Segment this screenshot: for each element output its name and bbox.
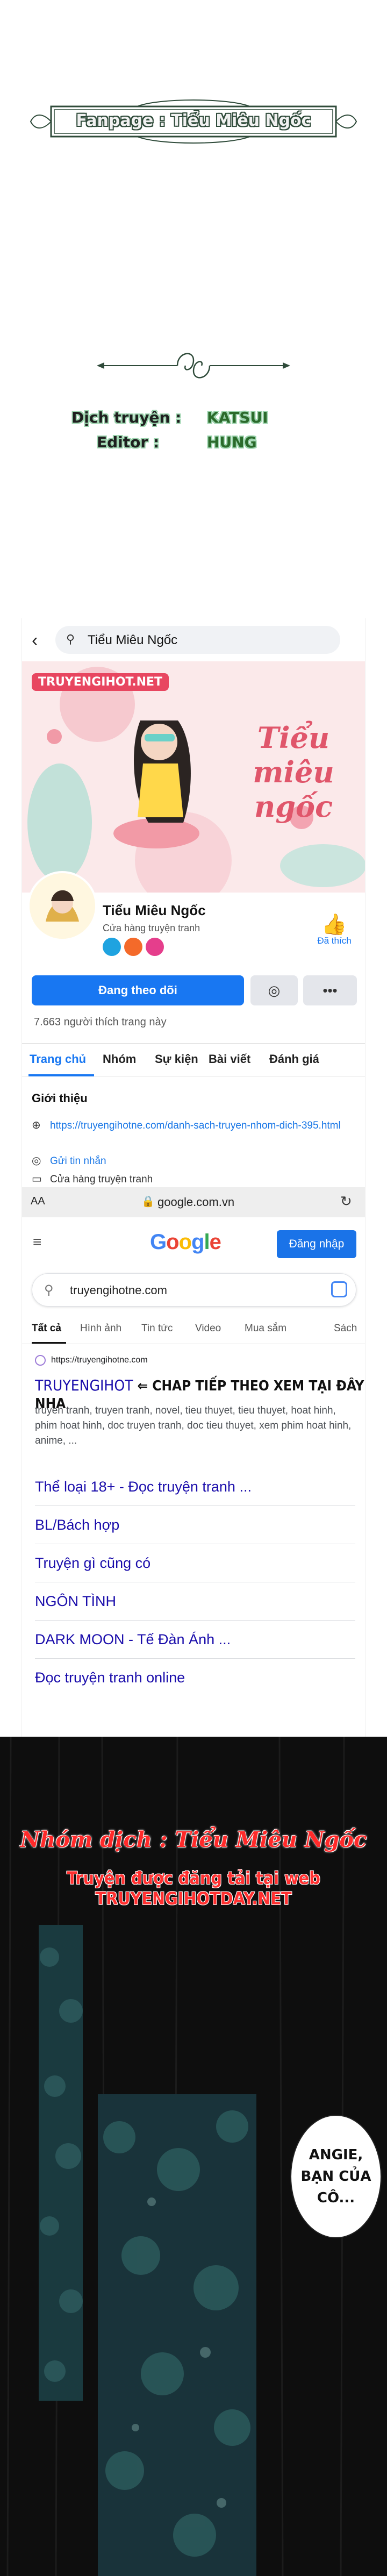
result-site[interactable]: https://truyengihotne.com [35, 1355, 148, 1366]
category-text: Cửa hàng truyện tranh [50, 1174, 153, 1185]
translator-label: Dịch truyện : [71, 409, 182, 426]
active-tab-indicator [32, 1342, 66, 1344]
tab-posts[interactable]: Bài viết [209, 1052, 250, 1066]
translator-credit: Nhóm dịch : Tiểu Miêu Ngốc [20, 1827, 367, 1852]
manga-page: Fanpage : Tiểu Miêu Ngốc Dịch truyện : K… [0, 0, 387, 2576]
address-domain: google.com.vn [157, 1195, 235, 1209]
website-row[interactable]: ⊕ https://truyengihotne.com/danh-sach-tru… [32, 1118, 354, 1133]
phone-screenshot: ‹ ⚲ Tiểu Miêu Ngốc TRUYENGIHOT.NET Tiểu … [22, 618, 366, 1737]
google-tabs: Tất cả Hình ảnh Tin tức Video Mua sắm Sá… [22, 1316, 365, 1344]
cover-photo: TRUYENGIHOT.NET Tiểu miêu ngốc [22, 661, 365, 893]
sitelink[interactable]: Đọc truyện tranh online [35, 1659, 355, 1697]
google-search-input[interactable]: ⚲ truyengihotne.com [32, 1273, 356, 1307]
comic-panel-left [39, 1925, 83, 2401]
badge-icon [146, 938, 164, 956]
following-label: Đang theo dõi [98, 983, 177, 997]
page-category: Cửa hàng truyện tranh [103, 923, 200, 933]
likes-count: 7.663 người thích trang này [34, 1016, 167, 1028]
fb-search-value: Tiểu Miêu Ngốc [88, 633, 178, 647]
about-heading: Giới thiệu [32, 1091, 88, 1105]
speech-bubble: ANGIE, BẠN CỦA CÔ... [290, 2115, 382, 2238]
foliage-texture [40, 1947, 83, 2382]
cover-title: Tiểu miêu ngốc [253, 720, 334, 824]
cover-logo: TRUYENGIHOT.NET [32, 673, 169, 691]
speech-text: ANGIE, BẠN CỦA CÔ... [300, 2147, 371, 2206]
sitelink[interactable]: DARK MOON - Tế Đàn Ánh ... [35, 1621, 355, 1659]
result-title-main: TRUYENGIHOT [35, 1376, 133, 1394]
comic-panel-center [98, 2094, 256, 2576]
divider-ornament [97, 353, 290, 379]
shop-icon: ▭ [32, 1173, 42, 1185]
tab-video[interactable]: Video [195, 1323, 221, 1335]
menu-icon[interactable]: ≡ [33, 1233, 41, 1251]
tab-home[interactable]: Trang chủ [30, 1052, 86, 1066]
fb-top-bar: ‹ ⚲ Tiểu Miêu Ngốc [22, 618, 365, 661]
following-button[interactable]: Đang theo dõi [32, 975, 244, 1005]
tab-books[interactable]: Sách [334, 1323, 357, 1335]
messenger-icon: ◎ [32, 1155, 41, 1167]
result-snippet: truyen tranh, truyen tranh, novel, tieu … [35, 1405, 352, 1446]
active-tab-indicator [28, 1074, 94, 1076]
sitelink[interactable]: Truyện gì cũng có [35, 1544, 355, 1582]
page-name: Tiểu Miêu Ngốc [103, 902, 206, 918]
fb-search-input[interactable]: ⚲ Tiểu Miêu Ngốc [55, 626, 340, 654]
fb-tabs: Trang chủ Nhóm Sự kiện Bài viết Đánh giá [22, 1043, 365, 1076]
tab-images[interactable]: Hình ảnh [80, 1323, 121, 1335]
lock-icon: 🔒 [141, 1196, 155, 1208]
tab-all[interactable]: Tất cả [32, 1323, 61, 1335]
message-row[interactable]: ◎ Gửi tin nhắn [32, 1154, 106, 1167]
search-icon: ⚲ [66, 632, 75, 646]
tab-groups[interactable]: Nhóm [103, 1052, 136, 1066]
tab-news[interactable]: Tin tức [141, 1323, 173, 1335]
editor-label: Editor : [97, 433, 160, 451]
sitelink[interactable]: NGÔN TÌNH [35, 1582, 355, 1621]
translator-name: KATSUI [207, 409, 268, 426]
more-options-button[interactable]: ••• [303, 975, 357, 1005]
foliage-texture [103, 2110, 250, 2557]
globe-icon: ⊕ [32, 1119, 41, 1131]
text-size-button[interactable]: AA [31, 1195, 45, 1208]
tab-reviews[interactable]: Đánh giá [269, 1052, 319, 1066]
avatar[interactable] [27, 871, 97, 941]
browser-address-bar[interactable]: AA 🔒 google.com.vn ↻ [22, 1187, 365, 1217]
send-message-link[interactable]: Gửi tin nhắn [50, 1155, 106, 1167]
liked-button[interactable]: 👍 Đã thích [310, 914, 359, 946]
messenger-icon: ◎ [268, 982, 281, 998]
editor-name: HUNG [207, 433, 257, 451]
category-row: ▭ Cửa hàng truyện tranh [32, 1172, 153, 1186]
website-link[interactable]: https://truyengihotne.com/danh-sach-truy… [50, 1120, 341, 1131]
tab-shopping[interactable]: Mua sắm [245, 1323, 286, 1335]
tab-events[interactable]: Sự kiện [155, 1052, 198, 1066]
google-header: ≡ Google Đăng nhập [22, 1217, 365, 1266]
messenger-button[interactable]: ◎ [250, 975, 298, 1005]
search-query: truyengihotne.com [70, 1283, 167, 1297]
badge-icon [124, 938, 142, 956]
back-arrow-icon[interactable]: ‹ [32, 630, 38, 651]
thumbs-up-icon: 👍 [321, 914, 347, 936]
fanpage-title: Fanpage : Tiểu Miêu Ngốc [76, 111, 311, 130]
badge-icon [103, 938, 121, 956]
liked-label: Đã thích [317, 936, 352, 946]
search-icon: ⚲ [44, 1283, 54, 1297]
avatar-image [30, 873, 95, 939]
google-logo[interactable]: Google [150, 1230, 221, 1254]
signin-button[interactable]: Đăng nhập [277, 1230, 356, 1258]
page-badges [103, 938, 164, 956]
publish-note: Truyện được đăng tải tại web TRUYENGIHOT… [67, 1868, 320, 1909]
sitelink[interactable]: Thể loại 18+ - Đọc truyện tranh ... [35, 1468, 355, 1506]
sitelink[interactable]: BL/Bách hợp [35, 1506, 355, 1544]
site-favicon-icon [35, 1355, 46, 1366]
sitelinks: Thể loại 18+ - Đọc truyện tranh ... BL/B… [35, 1468, 355, 1697]
result-site-url: https://truyengihotne.com [51, 1355, 148, 1365]
google-lens-icon[interactable] [331, 1281, 347, 1297]
more-icon: ••• [322, 982, 338, 998]
reload-icon[interactable]: ↻ [340, 1193, 352, 1210]
